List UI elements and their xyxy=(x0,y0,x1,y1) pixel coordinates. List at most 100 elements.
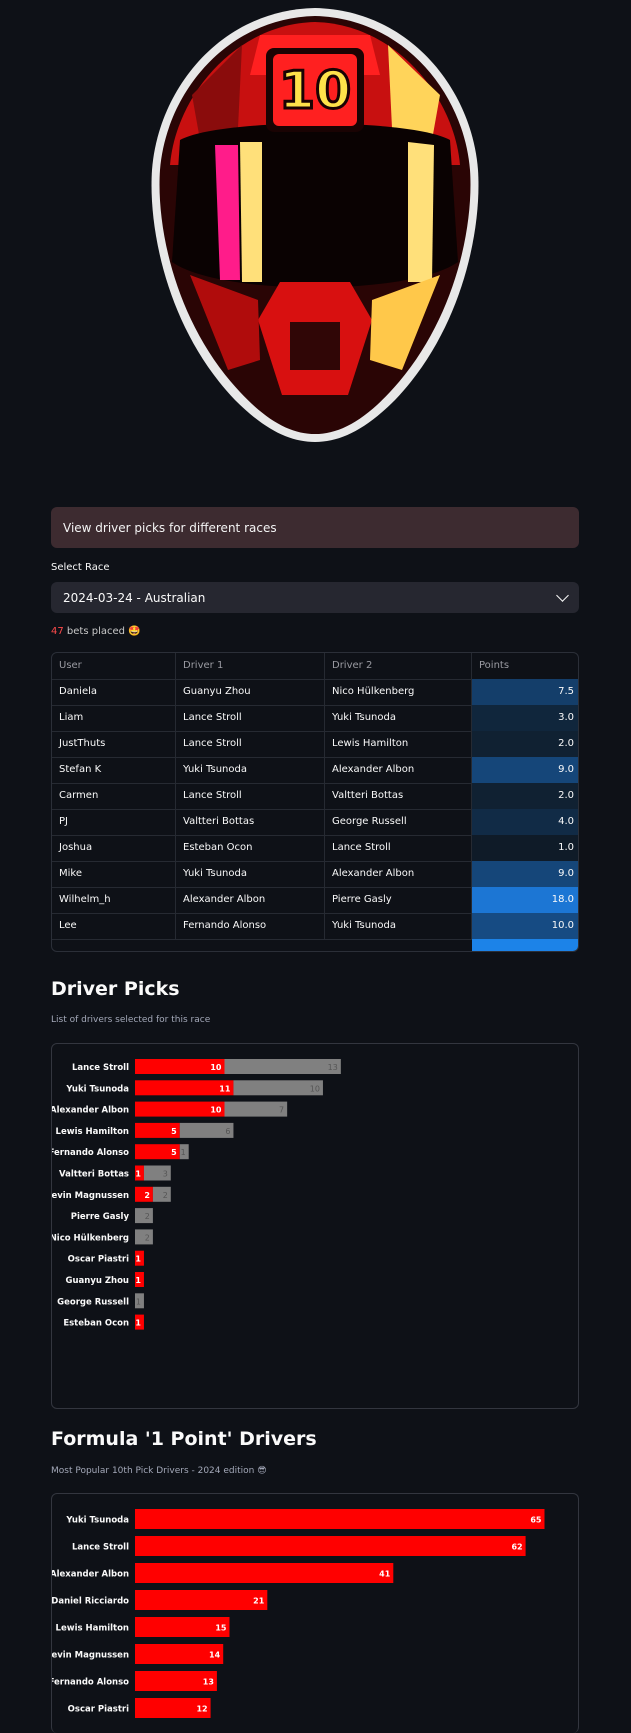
cell-user: Joshua xyxy=(52,835,176,861)
driver-picks-title: Driver Picks xyxy=(51,978,180,1000)
tick-label-oscar-piastri: Oscar Piastri xyxy=(68,1705,129,1715)
table-row[interactable]: Mike Yuki Tsunoda Alexander Albon 9.0 xyxy=(52,861,578,888)
table-row[interactable]: JustThuts Lance Stroll Lewis Hamilton 2.0 xyxy=(52,731,578,758)
picks-table[interactable]: User Driver 1 Driver 2 Points Daniela Gua… xyxy=(51,652,579,952)
tick-label-alexander-albon: Alexander Albon xyxy=(52,1570,129,1580)
one-point-chart: Yuki Tsunoda 65 Lance Stroll 62 Alexander Al… xyxy=(52,1509,545,1718)
cell-user: JustThuts xyxy=(52,731,176,757)
cell-driver2: Yuki Tsunoda xyxy=(325,705,472,731)
data-label-kevin-magnussen-s1: 2 xyxy=(163,1191,168,1200)
cell-driver1: Lance Stroll xyxy=(176,783,325,809)
tick-label-valtteri-bottas: Valtteri Bottas xyxy=(59,1170,129,1180)
cell-points: 9.0 xyxy=(472,861,578,887)
cell-points: 10.0 xyxy=(472,913,578,939)
tick-label-lance-stroll: Lance Stroll xyxy=(72,1063,129,1073)
table-row[interactable]: Daniela Guanyu Zhou Nico Hülkenberg 7.5 xyxy=(52,679,578,706)
column-header-points[interactable]: Points xyxy=(472,653,578,679)
table-row[interactable]: Carmen Lance Stroll Valtteri Bottas 2.0 xyxy=(52,783,578,810)
cell-points: 2.0 xyxy=(472,731,578,757)
cell-driver1: Fernando Alonso xyxy=(176,913,325,939)
table-row[interactable]: Wilhelm_h Alexander Albon Pierre Gasly 18.0 xyxy=(52,887,578,914)
data-label-valtteri-bottas-s1: 3 xyxy=(163,1170,168,1179)
bets-count: 47 xyxy=(51,626,64,637)
tick-label-yuki-tsunoda: Yuki Tsunoda xyxy=(65,1084,129,1094)
tick-label-kevin-magnussen: Kevin Magnussen xyxy=(52,1651,129,1661)
cell-points: 18.0 xyxy=(472,887,578,913)
column-header-user[interactable]: User xyxy=(52,653,176,679)
cell-user: Lee xyxy=(52,913,176,939)
data-label-fernando-alonso-s1: 1 xyxy=(181,1148,186,1157)
cell-user: PJ xyxy=(52,809,176,835)
column-header-driver2[interactable]: Driver 2 xyxy=(325,653,472,679)
data-label-daniel-ricciardo: 21 xyxy=(253,1597,265,1606)
data-label-fernando-alonso: 13 xyxy=(203,1678,214,1687)
tick-label-lewis-hamilton: Lewis Hamilton xyxy=(56,1624,129,1634)
tick-label-pierre-gasly: Pierre Gasly xyxy=(71,1212,130,1222)
table-header: User Driver 1 Driver 2 Points xyxy=(52,653,578,680)
cell-driver2: Yuki Tsunoda xyxy=(325,913,472,939)
bar-lance-stroll-s1 xyxy=(224,1059,341,1074)
bar-alexander-albon-s1 xyxy=(224,1101,288,1117)
data-label-fernando-alonso-s0: 5 xyxy=(171,1148,177,1157)
cell-driver1: Lance Stroll xyxy=(176,731,325,757)
data-label-guanyu-zhou-s0: 1 xyxy=(135,1276,141,1285)
data-label-nico-h-lkenberg-s1: 2 xyxy=(145,1233,150,1242)
data-label-lance-stroll-s1: 13 xyxy=(328,1063,338,1072)
cell-driver1: Lance Stroll xyxy=(176,705,325,731)
helmet-number: 10 xyxy=(279,61,351,121)
tick-label-oscar-piastri: Oscar Piastri xyxy=(68,1255,129,1265)
tick-label-daniel-ricciardo: Daniel Ricciardo xyxy=(52,1597,129,1607)
data-label-yuki-tsunoda-s0: 11 xyxy=(219,1084,231,1093)
data-label-alexander-albon-s1: 7 xyxy=(279,1106,284,1115)
data-label-lewis-hamilton-s1: 6 xyxy=(225,1127,230,1136)
tick-label-yuki-tsunoda: Yuki Tsunoda xyxy=(65,1516,129,1526)
cell-points: 3.0 xyxy=(472,705,578,731)
cell-points: 7.5 xyxy=(472,679,578,705)
table-row[interactable]: Liam Lance Stroll Yuki Tsunoda 3.0 xyxy=(52,705,578,732)
bets-placed-text: 47 bets placed 🤩 xyxy=(51,626,141,637)
data-label-kevin-magnussen-s0: 2 xyxy=(144,1191,150,1200)
data-label-oscar-piastri: 12 xyxy=(196,1705,207,1714)
data-label-lewis-hamilton-s0: 5 xyxy=(171,1127,177,1136)
table-row[interactable]: Stefan K Yuki Tsunoda Alexander Albon 9.0 xyxy=(52,757,578,784)
tick-label-alexander-albon: Alexander Albon xyxy=(52,1106,129,1116)
one-point-chart-panel: Yuki Tsunoda 65 Lance Stroll 62 Alexander Al… xyxy=(51,1493,579,1733)
cell-driver2: Lewis Hamilton xyxy=(325,731,472,757)
data-label-alexander-albon: 41 xyxy=(379,1570,391,1579)
data-label-lewis-hamilton: 15 xyxy=(215,1624,227,1633)
table-row[interactable]: Lee Fernando Alonso Yuki Tsunoda 10.0 xyxy=(52,913,578,940)
cell-user: Mike xyxy=(52,861,176,887)
cell-driver1: Yuki Tsunoda xyxy=(176,861,325,887)
cell-user: Liam xyxy=(52,705,176,731)
tick-label-lance-stroll: Lance Stroll xyxy=(72,1543,129,1553)
tick-label-kevin-magnussen: Kevin Magnussen xyxy=(52,1191,129,1201)
data-label-pierre-gasly-s1: 2 xyxy=(145,1212,150,1221)
race-select-dropdown[interactable]: 2024-03-24 - Australian xyxy=(51,582,579,613)
tick-label-esteban-ocon: Esteban Ocon xyxy=(63,1319,129,1329)
helmet-logo-image: 10 xyxy=(151,8,479,442)
data-label-kevin-magnussen: 14 xyxy=(209,1651,221,1660)
table-row-partial xyxy=(472,939,578,951)
one-point-caption: Most Popular 10th Pick Drivers - 2024 ed… xyxy=(51,1466,267,1476)
tick-label-nico-h-lkenberg: Nico Hülkenberg xyxy=(52,1233,129,1243)
tick-label-fernando-alonso: Fernando Alonso xyxy=(52,1678,129,1688)
tick-label-fernando-alonso: Fernando Alonso xyxy=(52,1148,129,1158)
table-row[interactable]: Joshua Esteban Ocon Lance Stroll 1.0 xyxy=(52,835,578,862)
cell-user: Carmen xyxy=(52,783,176,809)
one-point-title: Formula '1 Point' Drivers xyxy=(51,1428,317,1450)
bets-label: bets placed 🤩 xyxy=(63,626,141,637)
cell-driver1: Valtteri Bottas xyxy=(176,809,325,835)
cell-driver2: Valtteri Bottas xyxy=(325,783,472,809)
tick-label-lewis-hamilton: Lewis Hamilton xyxy=(56,1127,129,1137)
data-label-lance-stroll: 62 xyxy=(511,1543,522,1552)
tick-label-george-russell: George Russell xyxy=(57,1297,129,1307)
cell-driver1: Esteban Ocon xyxy=(176,835,325,861)
cell-driver2: Nico Hülkenberg xyxy=(325,679,472,705)
driver-picks-chart: Lance Stroll 10 13Yuki Tsunoda 11 10Alexande… xyxy=(52,1059,341,1330)
column-header-driver1[interactable]: Driver 1 xyxy=(176,653,325,679)
info-alert-text: View driver picks for different races xyxy=(63,520,277,535)
cell-driver2: Lance Stroll xyxy=(325,835,472,861)
data-label-yuki-tsunoda: 65 xyxy=(530,1516,542,1525)
chevron-down-icon xyxy=(556,589,569,602)
table-row[interactable]: PJ Valtteri Bottas George Russell 4.0 xyxy=(52,809,578,836)
